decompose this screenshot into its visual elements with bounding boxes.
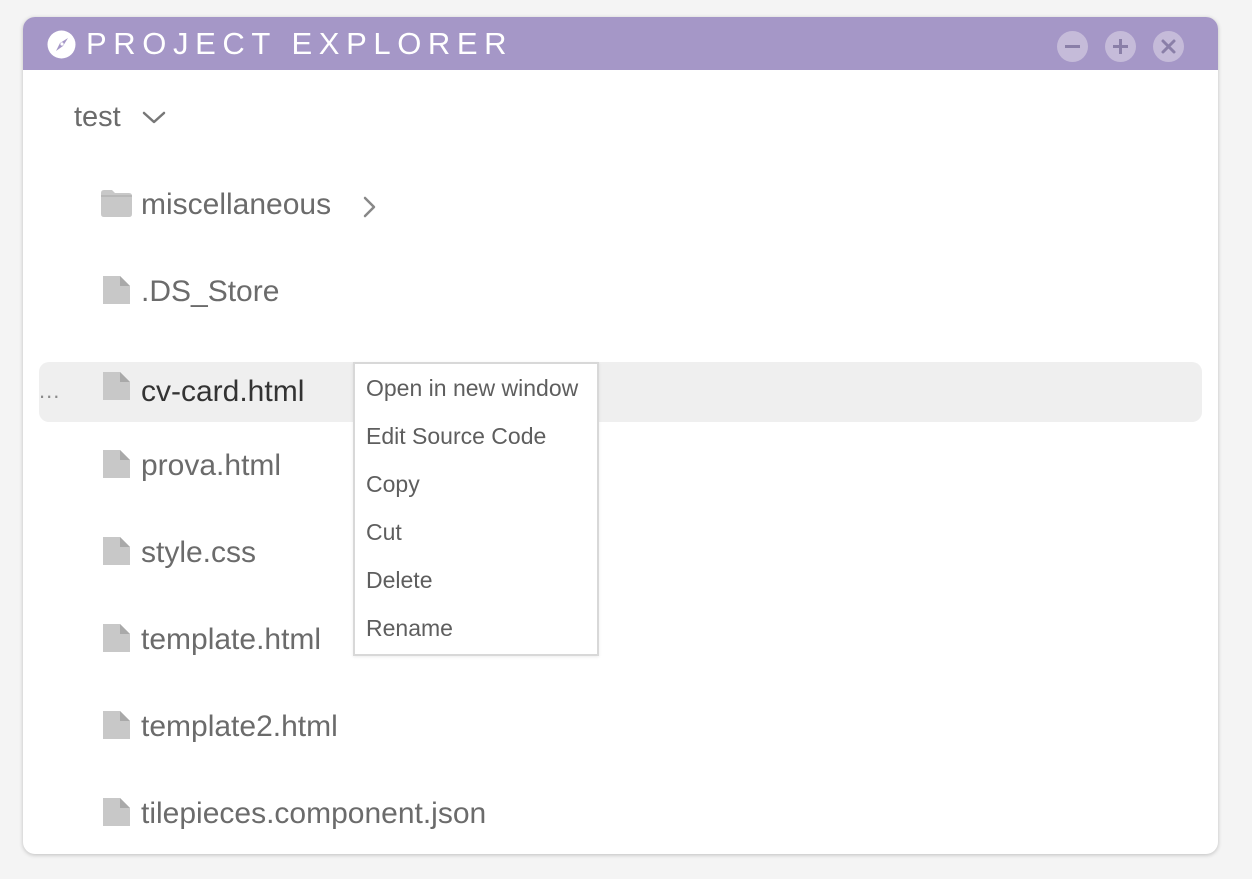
file-icon [103,450,130,478]
menu-item-edit-source-code[interactable]: Edit Source Code [366,422,546,450]
file-tree: test miscellaneous .DS_Store ... cv-card… [23,70,1218,854]
menu-item-copy[interactable]: Copy [366,470,420,498]
tree-item-miscellaneous[interactable]: miscellaneous [39,175,1202,235]
tree-item-tilepieces-component-json[interactable]: tilepieces.component.json [39,784,1202,844]
tree-item-template2-html[interactable]: template2.html [39,697,1202,757]
file-icon [103,372,130,400]
menu-item-delete[interactable]: Delete [366,566,432,594]
tree-item-template-html[interactable]: template.html [39,610,1202,670]
tree-item-label: style.css [141,536,257,569]
tree-item-label: template.html [141,623,322,656]
folder-icon [101,190,132,217]
file-icon [103,711,130,739]
tree-item-label: .DS_Store [141,275,280,308]
window-title: PROJECT EXPLORER [86,26,514,61]
tree-item-cv-card-html[interactable]: ... cv-card.html [39,362,1202,422]
tree-item-prova-html[interactable]: prova.html [39,436,1202,496]
maximize-button[interactable] [1105,31,1136,62]
menu-item-rename[interactable]: Rename [366,614,453,642]
close-button[interactable] [1153,31,1184,62]
tree-item-label: tilepieces.component.json [141,797,487,830]
minimize-icon [1065,45,1080,48]
tree-item-label: cv-card.html [141,375,305,408]
tree-item-ds-store[interactable]: .DS_Store [39,262,1202,322]
tree-item-label: prova.html [141,449,282,482]
menu-item-cut[interactable]: Cut [366,518,402,546]
file-icon [103,624,130,652]
file-icon [103,537,130,565]
more-options-indicator[interactable]: ... [39,378,60,404]
tree-root-test[interactable]: test [74,97,167,137]
menu-item-open-in-new-window[interactable]: Open in new window [366,374,578,402]
chevron-right-icon[interactable] [361,195,377,219]
tree-root-label: test [74,100,121,133]
titlebar: PROJECT EXPLORER [23,17,1218,70]
file-icon [103,276,130,304]
chevron-down-icon[interactable] [141,108,167,126]
project-explorer-window: PROJECT EXPLORER test miscellaneous .DS_… [23,17,1218,854]
maximize-icon [1113,39,1128,54]
tree-item-style-css[interactable]: style.css [39,523,1202,583]
tree-item-label: template2.html [141,710,338,743]
close-icon [1161,39,1176,54]
tree-item-label: miscellaneous [141,188,332,221]
file-icon [103,798,130,826]
compass-icon [47,30,76,59]
minimize-button[interactable] [1057,31,1088,62]
context-menu: Open in new window Edit Source Code Copy… [353,362,599,656]
